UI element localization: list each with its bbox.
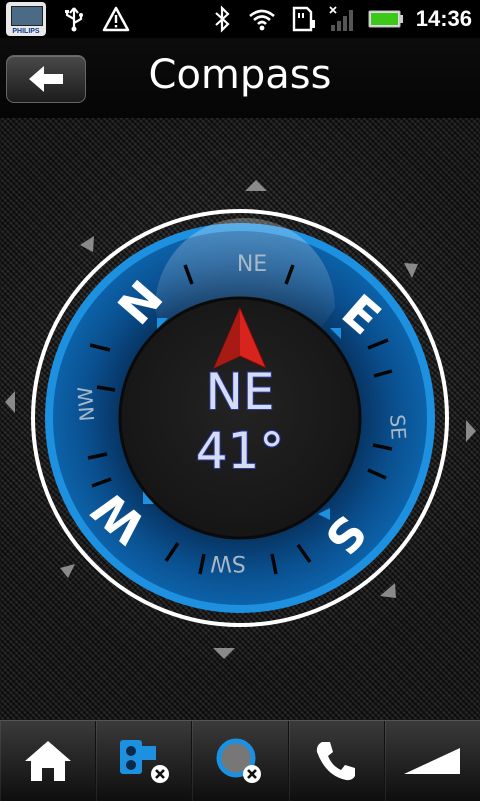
sd-card-icon bbox=[292, 6, 315, 32]
home-button[interactable] bbox=[0, 721, 97, 801]
marker-right bbox=[466, 420, 476, 442]
bluetooth-icon bbox=[214, 5, 230, 33]
bezel-label-sw: SW bbox=[210, 550, 246, 575]
header: Compass bbox=[0, 38, 480, 118]
usb-icon bbox=[65, 7, 83, 32]
marker-bottom bbox=[213, 648, 235, 659]
app-brand-label: PHILIPS bbox=[12, 28, 40, 35]
phone-icon bbox=[317, 742, 356, 781]
bezel-label-nw: NW bbox=[73, 386, 99, 423]
marker-bottom-right bbox=[380, 583, 396, 598]
bezel-label-se: SE bbox=[385, 414, 411, 441]
warning-icon bbox=[102, 6, 130, 32]
wifi-icon bbox=[248, 9, 275, 31]
battery-icon bbox=[368, 10, 403, 28]
heading-degrees: 41° bbox=[196, 422, 285, 480]
page-title: Compass bbox=[148, 52, 332, 98]
clock: 14:36 bbox=[415, 6, 472, 31]
home-icon bbox=[24, 741, 71, 781]
marker-bottom-left bbox=[60, 564, 75, 578]
bezel-label-ne: NE bbox=[237, 252, 267, 277]
signal-strength-button[interactable] bbox=[385, 721, 480, 801]
recording-off-icon bbox=[216, 738, 261, 783]
signal-icon bbox=[329, 6, 353, 31]
marker-left bbox=[5, 391, 15, 413]
bottom-toolbar bbox=[0, 720, 480, 801]
marker-top-right bbox=[404, 263, 418, 278]
heading-label: NE bbox=[206, 363, 275, 421]
phone-button[interactable] bbox=[289, 721, 385, 801]
recording-button[interactable] bbox=[192, 721, 289, 801]
compass-area: NE N E SE S SW W NW NE 41° bbox=[0, 118, 480, 720]
marker-top-left bbox=[80, 236, 94, 252]
app-notification-icon[interactable]: PHILIPS bbox=[6, 2, 46, 36]
speed-camera-button[interactable] bbox=[96, 721, 193, 801]
status-bar: PHILIPS 14:36 bbox=[0, 0, 480, 38]
speed-camera-off-icon bbox=[119, 740, 169, 783]
compass-graphic: NE N E SE S SW W NW NE 41° bbox=[5, 180, 476, 659]
marker-top bbox=[245, 180, 267, 191]
signal-strength-icon bbox=[404, 748, 461, 774]
